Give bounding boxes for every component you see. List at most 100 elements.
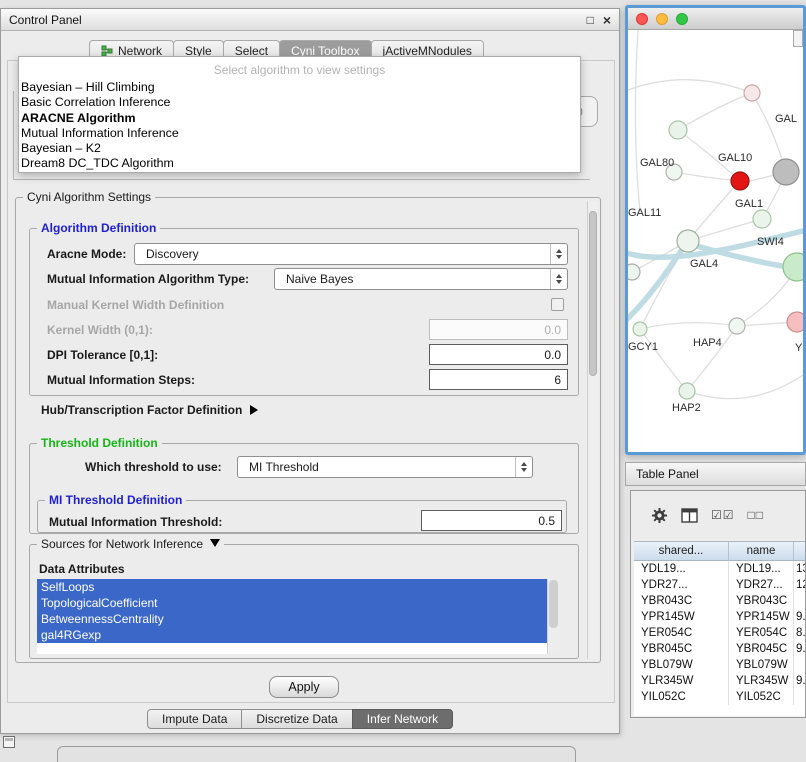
threshold-definition-title: Threshold Definition — [37, 436, 162, 450]
column-header-cut[interactable] — [794, 542, 806, 560]
algorithm-definition-title: Algorithm Definition — [37, 221, 160, 235]
node-label: GAL — [775, 113, 797, 125]
network-node[interactable] — [787, 312, 803, 332]
dropdown-placeholder-item: Select algorithm to view settings — [19, 61, 580, 80]
aracne-mode-combobox[interactable]: Discovery — [134, 243, 568, 265]
network-view-window: GAL GAL80 GAL10 GAL11 GAL1 SWI4 GAL4 GCY… — [625, 5, 806, 455]
table-row[interactable]: YIL052C YIL052C — [634, 689, 806, 705]
which-threshold-label: Which threshold to use: — [85, 460, 222, 474]
table-row[interactable]: YER054C YER054C 8. — [634, 625, 806, 641]
hidden-groupbox-bottom — [13, 179, 590, 180]
node-label: GAL11 — [628, 207, 661, 219]
node-label: GAL1 — [735, 198, 763, 210]
dropdown-item[interactable]: Dream8 DC_TDC Algorithm — [19, 156, 580, 171]
table-row[interactable]: YDL19... YDL19... 13 — [634, 561, 806, 577]
control-panel-titlebar[interactable]: Control Panel □ × — [1, 9, 619, 31]
tab-discretize-data[interactable]: Discretize Data — [241, 709, 352, 729]
close-traffic-light-icon[interactable] — [636, 13, 648, 25]
network-node[interactable] — [773, 159, 799, 185]
which-threshold-combobox[interactable]: MI Threshold — [237, 456, 533, 478]
algorithm-dropdown-popup: Select algorithm to view settings Bayesi… — [18, 56, 581, 173]
combo-stepper-icon — [515, 457, 532, 477]
docked-panel-icon[interactable] — [3, 736, 15, 748]
attributes-scrollbar-thumb[interactable] — [549, 580, 558, 628]
mi-threshold-label: Mutual Information Threshold: — [49, 515, 222, 529]
dpi-tolerance-label: DPI Tolerance [0,1]: — [47, 348, 158, 362]
control-panel-title: Control Panel — [9, 13, 82, 27]
network-node[interactable] — [633, 322, 647, 336]
sources-group-title[interactable]: Sources for Network Inference — [37, 537, 224, 551]
tab-impute-data[interactable]: Impute Data — [147, 709, 242, 729]
dropdown-item[interactable]: Basic Correlation Inference — [19, 95, 580, 110]
column-header-name[interactable]: name — [729, 542, 794, 560]
node-label: Y — [795, 342, 803, 354]
list-item[interactable]: BetweennessCentrality — [37, 611, 547, 627]
mi-steps-label: Mutual Information Steps: — [47, 373, 195, 387]
network-node[interactable] — [679, 383, 695, 399]
control-panel-window: Control Panel □ × Network Style Select C… — [0, 8, 620, 734]
network-graph[interactable]: GAL GAL80 GAL10 GAL11 GAL1 SWI4 GAL4 GCY… — [628, 30, 803, 455]
data-attributes-list: SelfLoops TopologicalCoefficient Between… — [37, 579, 559, 654]
gear-icon[interactable] — [651, 507, 668, 524]
tab-infer-network[interactable]: Infer Network — [352, 709, 453, 729]
node-label: HAP4 — [693, 337, 722, 349]
table-row[interactable]: YPR145W YPR145W 9. — [634, 609, 806, 625]
kernel-width-label: Kernel Width (0,1): — [47, 323, 153, 337]
network-window-titlebar[interactable] — [628, 8, 803, 30]
dpi-tolerance-field[interactable]: 0.0 — [429, 344, 568, 365]
node-table: shared... name YDL19... YDL19... 13 YDR2… — [634, 541, 806, 716]
table-window: ☑☑ □□ shared... name YDL19... YDL19... 1… — [630, 490, 806, 718]
dropdown-item[interactable]: Mutual Information Inference — [19, 126, 580, 141]
network-node[interactable] — [744, 85, 760, 101]
combo-stepper-icon — [550, 244, 567, 264]
list-item[interactable]: gal4RGexp — [37, 627, 547, 643]
network-scrollbar-stub[interactable] — [793, 30, 803, 47]
node-label: HAP2 — [672, 402, 701, 414]
expander-collapsed-icon — [250, 405, 258, 415]
mi-type-combobox[interactable]: Naive Bayes — [274, 268, 568, 290]
table-row[interactable]: YBL079W YBL079W — [634, 657, 806, 673]
network-node[interactable] — [753, 210, 771, 228]
hub-factor-expander[interactable]: Hub/Transcription Factor Definition — [41, 403, 258, 417]
mi-steps-field[interactable]: 6 — [429, 369, 568, 390]
dropdown-item[interactable]: Bayesian – Hill Climbing — [19, 80, 580, 95]
list-item[interactable]: TopologicalCoefficient — [37, 595, 547, 611]
float-window-icon[interactable]: □ — [587, 14, 594, 26]
network-node[interactable] — [669, 121, 687, 139]
desktop: Control Panel □ × Network Style Select C… — [0, 0, 806, 762]
node-label: GCY1 — [628, 341, 658, 353]
node-label: GAL4 — [690, 258, 718, 270]
network-node[interactable] — [628, 264, 640, 280]
zoom-traffic-light-icon[interactable] — [676, 13, 688, 25]
table-row[interactable]: YBR043C YBR043C — [634, 593, 806, 609]
select-all-rows-icon[interactable]: ☑☑ — [711, 508, 735, 522]
deselect-all-rows-icon[interactable]: □□ — [748, 508, 765, 522]
apply-button[interactable]: Apply — [269, 676, 339, 698]
data-attributes-label: Data Attributes — [39, 562, 125, 576]
network-canvas[interactable]: GAL GAL80 GAL10 GAL11 GAL1 SWI4 GAL4 GCY… — [628, 30, 803, 455]
mi-threshold-field[interactable]: 0.5 — [421, 510, 562, 531]
network-node[interactable] — [729, 318, 745, 334]
table-row[interactable]: YDR27... YDR27... 12 — [634, 577, 806, 593]
table-panel-title: Table Panel — [636, 467, 699, 481]
dropdown-item-selected[interactable]: ARACNE Algorithm — [19, 111, 580, 126]
settings-group-title: Cyni Algorithm Settings — [23, 190, 155, 204]
network-node[interactable] — [783, 253, 803, 281]
list-item[interactable]: SelfLoops — [37, 579, 547, 595]
node-label: GAL10 — [718, 152, 752, 164]
network-node[interactable] — [677, 230, 699, 252]
table-panel-titlebar[interactable]: Table Panel — [625, 462, 806, 486]
settings-scrollbar-thumb[interactable] — [589, 211, 597, 376]
table-row[interactable]: YLR345W YLR345W 9. — [634, 673, 806, 689]
attributes-scrollbar[interactable] — [547, 579, 559, 654]
column-header-shared-name[interactable]: shared... — [634, 542, 729, 560]
settings-scrollbar[interactable] — [587, 201, 598, 659]
table-row[interactable]: YBR045C YBR045C 9. — [634, 641, 806, 657]
dropdown-item[interactable]: Bayesian – K2 — [19, 141, 580, 156]
close-icon[interactable]: × — [603, 13, 611, 27]
network-node-selected-red[interactable] — [731, 172, 749, 190]
manual-kernel-label: Manual Kernel Width Definition — [47, 298, 224, 312]
show-columns-icon[interactable] — [681, 508, 698, 523]
node-label: SWI4 — [757, 236, 784, 248]
minimize-traffic-light-icon[interactable] — [656, 13, 668, 25]
